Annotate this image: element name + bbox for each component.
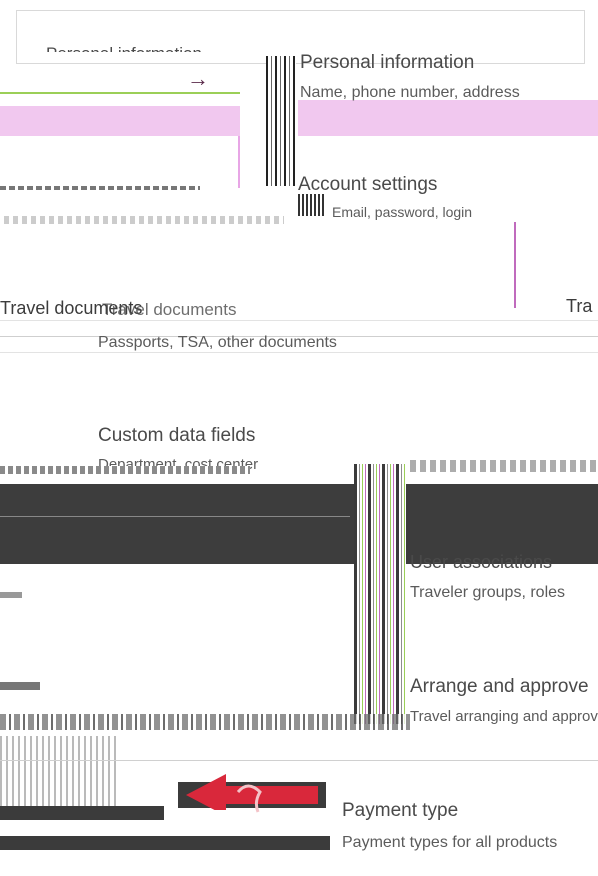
magenta-line (514, 222, 516, 308)
blurred-fragment (0, 186, 200, 190)
blurred-fragment-7 (0, 714, 410, 730)
divider (0, 352, 598, 353)
user-assoc-title[interactable]: User associations (410, 552, 552, 573)
blurred-fragment-3 (0, 466, 250, 474)
account-title[interactable]: Account settings (298, 174, 437, 196)
divider (0, 320, 598, 321)
arrange-title[interactable]: Arrange and approve (410, 676, 589, 698)
bottom-bar-1 (0, 806, 164, 820)
payment-subtitle: Payment types for all products (342, 834, 558, 851)
user-assoc-subtitle: Traveler groups, roles (410, 584, 566, 601)
travel-docs-title[interactable]: Travel documents (102, 300, 236, 320)
arrange-subtitle: Travel arranging and approval (410, 708, 598, 725)
blurred-fragment-6 (0, 682, 40, 690)
pink-band-right (298, 100, 598, 136)
bottom-bar-2 (0, 836, 330, 850)
red-arrow-graphic (178, 774, 326, 816)
stripes-middle (354, 464, 406, 724)
pink-band-left (0, 106, 240, 136)
custom-fields-title[interactable]: Custom data fields (98, 425, 255, 447)
banner-rule (0, 516, 350, 517)
go-arrow-icon[interactable]: → (186, 64, 210, 94)
blurred-fragment-2 (4, 216, 284, 224)
stripes-account (298, 194, 326, 216)
payment-title[interactable]: Payment type (342, 800, 458, 822)
pink-edge (238, 136, 240, 188)
travel-docs-subtitle: Passports, TSA, other documents (98, 334, 337, 351)
divider (0, 760, 598, 761)
stripes-top (266, 56, 296, 186)
blurred-fragment-4 (410, 460, 598, 472)
personal-title[interactable]: Personal information (300, 52, 474, 74)
account-subtitle: Email, password, login (332, 204, 473, 220)
payment-arrow-icon[interactable] (178, 770, 326, 820)
blurred-fragment-5 (0, 592, 22, 598)
travel-right-fragment: Tra (566, 296, 593, 316)
personal-subtitle: Name, phone number, address (300, 84, 520, 101)
left-bar (0, 736, 120, 806)
